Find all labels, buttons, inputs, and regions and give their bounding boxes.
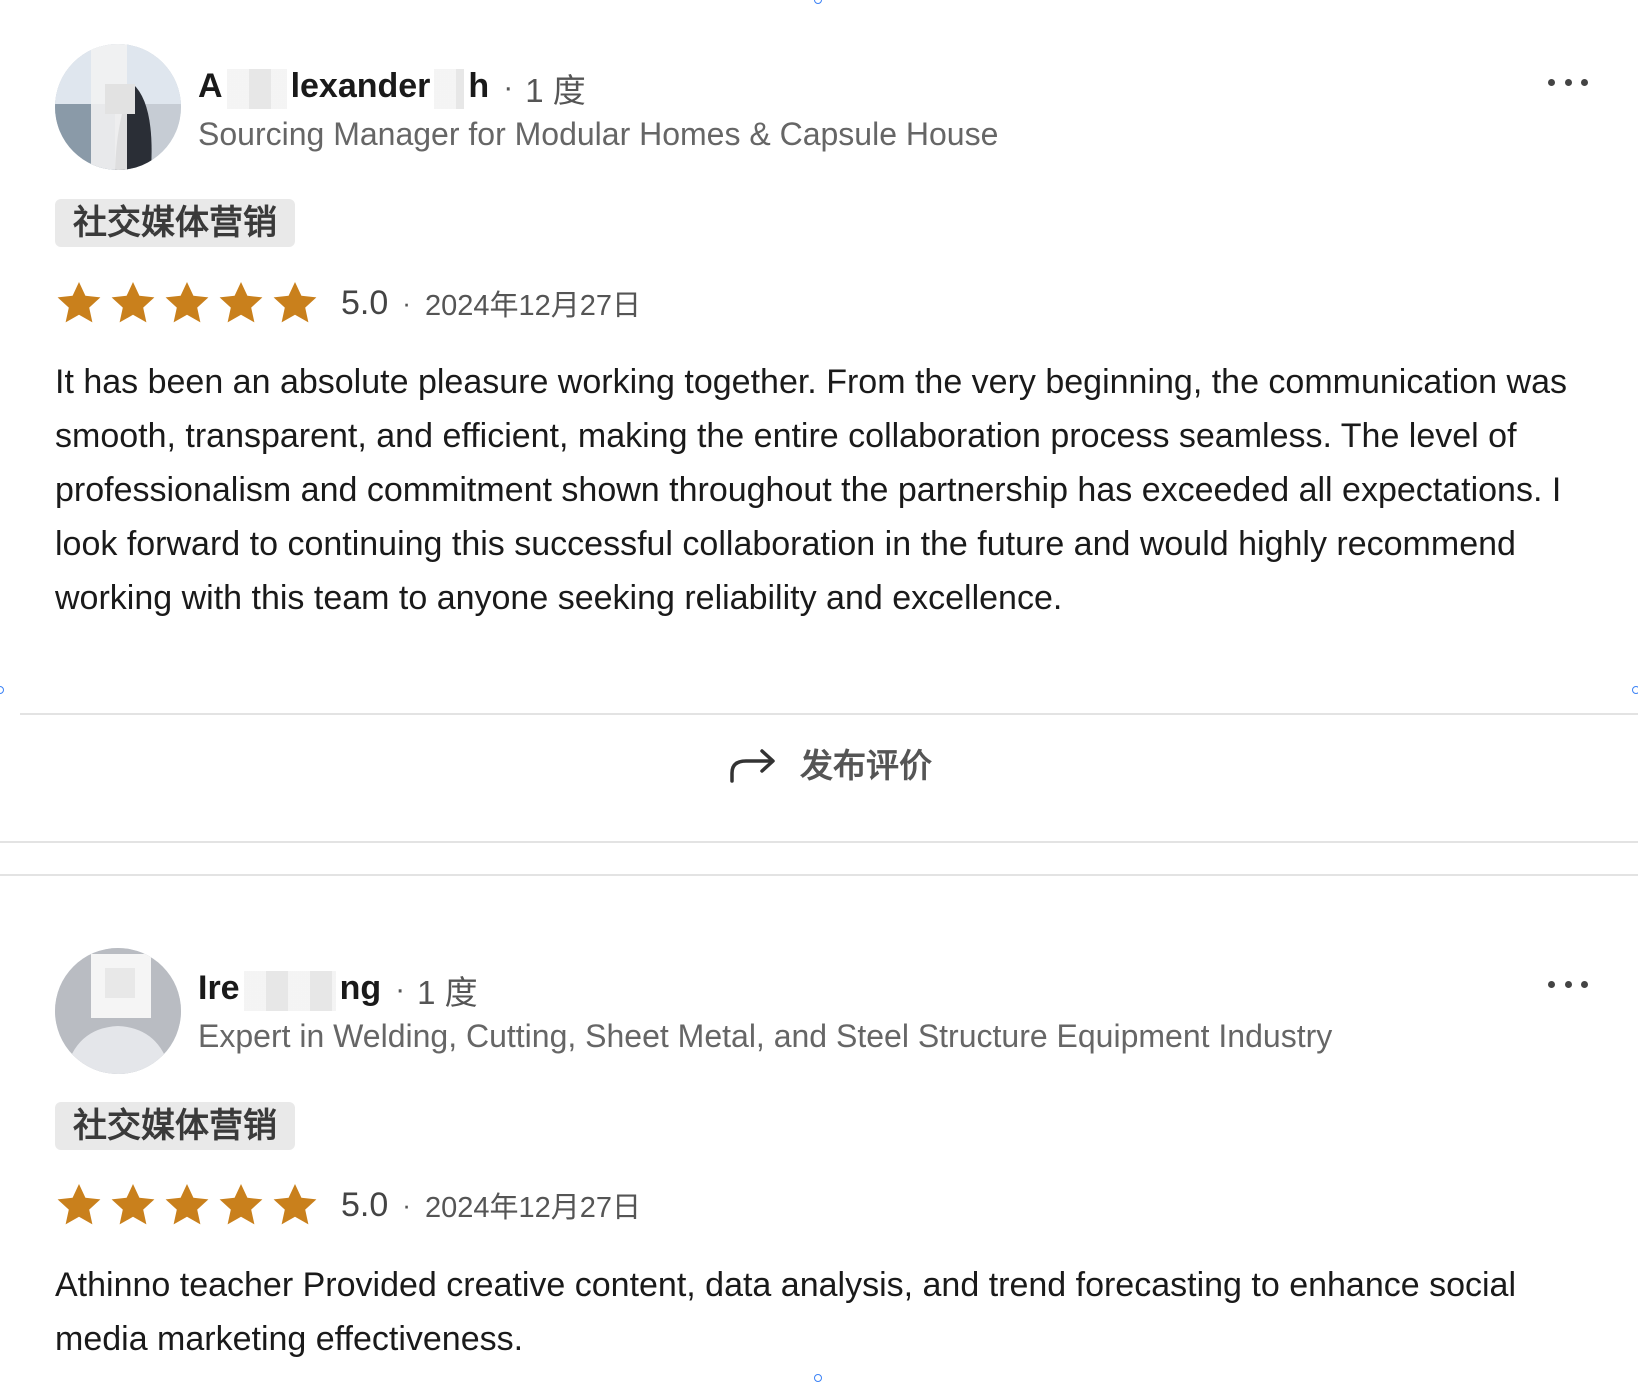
- selection-handle[interactable]: [814, 1374, 822, 1382]
- star-icon: [57, 1184, 101, 1225]
- review-text: Athinno teacher Provided creative conten…: [55, 1266, 1517, 1358]
- star-icon: [111, 282, 155, 323]
- review-card: Alexander h · 1 度 Sourcing Manager for Mo…: [0, 0, 1638, 700]
- name-redaction: [434, 68, 465, 109]
- selection-handle[interactable]: [1632, 686, 1638, 694]
- more-options-button[interactable]: [1548, 972, 1588, 996]
- more-dot: [1581, 980, 1588, 988]
- reviewer-name-line: Ire ng · 1 度: [198, 966, 478, 1014]
- reviewer-name[interactable]: Ire ng: [198, 969, 381, 1011]
- rating-score: 5.0: [341, 283, 389, 322]
- star-icon: [165, 282, 209, 323]
- separator-dot: ·: [503, 71, 514, 104]
- star-icon: [219, 282, 263, 323]
- post-review-button[interactable]: 发布评价: [728, 738, 932, 788]
- review-date: 2024年12月27日: [424, 290, 641, 322]
- separator-dot: ·: [395, 973, 406, 1006]
- review-text: It has been an absolute pleasure working…: [55, 363, 1567, 617]
- star-rating: [55, 1181, 319, 1229]
- divider: [0, 841, 1638, 843]
- more-dot: [1564, 980, 1572, 988]
- more-options-button[interactable]: [1548, 70, 1588, 94]
- rating-line: 5.0 · 2024年12月27日: [55, 275, 641, 331]
- post-review-label: 发布评价: [800, 747, 932, 784]
- more-dot: [1564, 78, 1572, 86]
- more-dot: [1548, 980, 1555, 988]
- rating-line: 5.0 · 2024年12月27日: [55, 1177, 641, 1233]
- review-date: 2024年12月27日: [424, 1192, 641, 1224]
- star-icon: [219, 1184, 263, 1225]
- reviewer-headline: Expert in Welding, Cutting, Sheet Metal,…: [198, 1018, 1333, 1054]
- star-icon: [165, 1184, 209, 1225]
- reviewer-name[interactable]: Alexander h: [198, 67, 489, 109]
- star-icon: [111, 1184, 155, 1225]
- name-redaction: [243, 970, 336, 1011]
- connection-degree: 1 度: [417, 974, 478, 1011]
- star-icon: [57, 282, 101, 323]
- name-redaction: [226, 68, 287, 109]
- reviewer-name-line: Alexander h · 1 度: [198, 64, 586, 112]
- star-rating: [55, 279, 319, 327]
- connection-degree: 1 度: [525, 72, 586, 109]
- divider: [20, 713, 1638, 715]
- star-icon: [273, 282, 317, 323]
- avatar[interactable]: [55, 44, 181, 170]
- service-tag: 社交媒体营销: [55, 1102, 295, 1150]
- rating-score: 5.0: [341, 1185, 389, 1224]
- reviewer-headline: Sourcing Manager for Modular Homes & Cap…: [198, 116, 999, 152]
- share-arrow-icon: [730, 749, 775, 783]
- review-card: Ire ng · 1 度 Expert in Welding, Cutting, …: [0, 900, 1638, 1380]
- separator-dot: ·: [402, 287, 411, 318]
- service-tag: 社交媒体营销: [55, 199, 295, 247]
- avatar[interactable]: [55, 948, 181, 1074]
- separator-dot: ·: [402, 1189, 411, 1220]
- divider: [0, 874, 1638, 876]
- star-icon: [273, 1184, 317, 1225]
- more-dot: [1581, 78, 1588, 86]
- more-dot: [1548, 78, 1555, 86]
